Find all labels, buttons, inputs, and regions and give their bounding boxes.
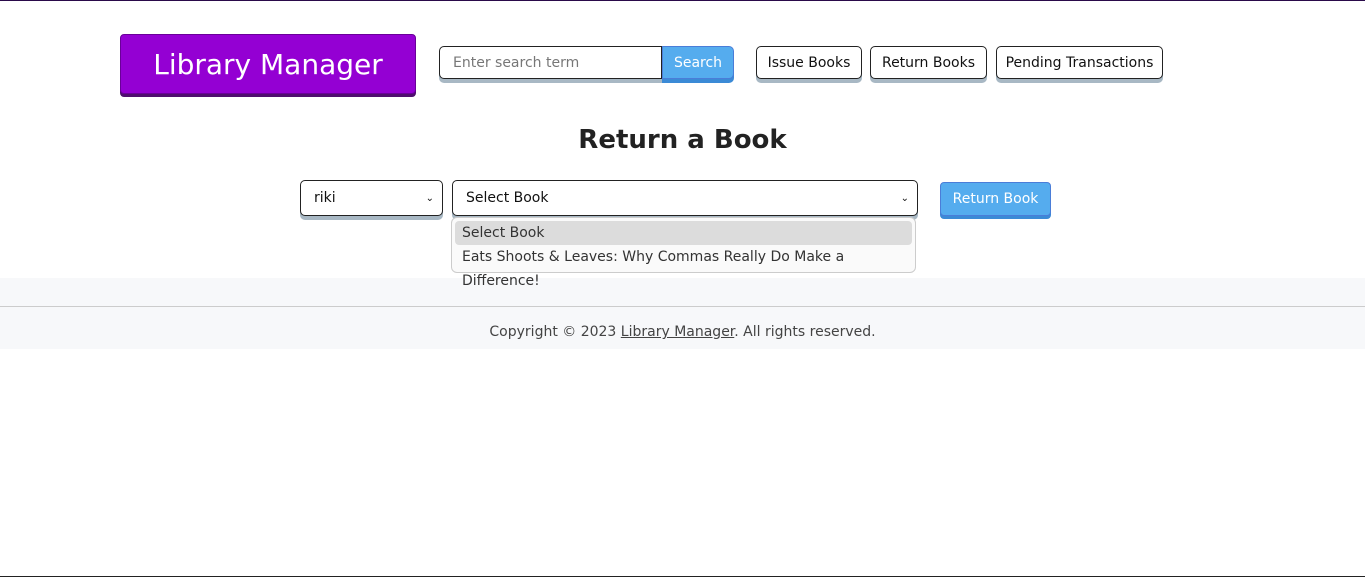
copyright-text: Copyright © 2023 Library Manager. All ri… — [0, 324, 1365, 340]
issue-books-button[interactable]: Issue Books — [756, 46, 862, 79]
footer-divider — [0, 306, 1365, 307]
user-select-value: riki — [314, 190, 336, 206]
page-title: Return a Book — [578, 125, 787, 155]
chevron-down-icon: ⌄ — [900, 192, 909, 204]
dropdown-option[interactable]: Select Book — [455, 221, 912, 245]
user-select[interactable]: riki ⌄ — [300, 180, 443, 216]
book-select-value: Select Book — [466, 190, 549, 206]
chevron-down-icon: ⌄ — [425, 192, 434, 204]
pending-transactions-button[interactable]: Pending Transactions — [996, 46, 1163, 79]
search-input[interactable] — [439, 46, 662, 79]
dropdown-option[interactable]: Eats Shoots & Leaves: Why Commas Really … — [455, 245, 912, 289]
return-books-button[interactable]: Return Books — [870, 46, 987, 79]
brand-logo-button[interactable]: Library Manager — [120, 34, 416, 94]
footer-brand-link[interactable]: Library Manager — [621, 324, 734, 340]
book-select[interactable]: Select Book ⌄ — [452, 180, 918, 216]
copyright-prefix: Copyright © 2023 — [489, 324, 621, 340]
search-button[interactable]: Search — [662, 46, 734, 79]
copyright-suffix: . All rights reserved. — [734, 324, 876, 340]
book-dropdown-list: Select Book Eats Shoots & Leaves: Why Co… — [451, 217, 916, 289]
return-book-button[interactable]: Return Book — [940, 182, 1051, 216]
